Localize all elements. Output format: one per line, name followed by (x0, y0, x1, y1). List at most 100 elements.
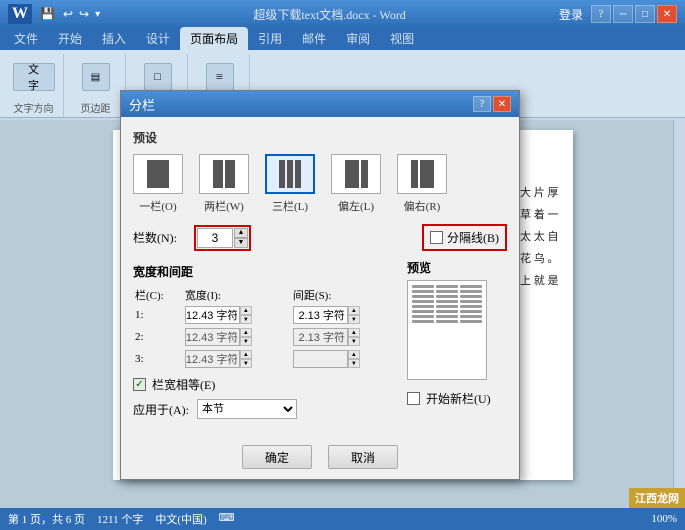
row2-width: ▲ ▼ (183, 326, 291, 348)
dialog-close-button[interactable]: ✕ (493, 96, 511, 112)
tab-view[interactable]: 视图 (380, 27, 424, 50)
row2-spacing-up[interactable]: ▲ (348, 328, 360, 337)
col-bar (225, 160, 235, 188)
row1-spacing-spinner: ▲ ▼ (348, 306, 360, 324)
tab-insert[interactable]: 插入 (92, 27, 136, 50)
dialog-help-button[interactable]: ? (473, 96, 491, 112)
separator-checkbox[interactable] (430, 231, 443, 244)
row1-width-spinner: ▲ ▼ (240, 306, 252, 324)
row2-spacing-spinner: ▲ ▼ (348, 328, 360, 346)
row1-width-up[interactable]: ▲ (240, 306, 252, 315)
help-button[interactable]: ? (591, 5, 611, 23)
tab-file[interactable]: 文件 (4, 27, 48, 50)
dialog-title-text: 分栏 (129, 95, 473, 114)
row3-width-up[interactable]: ▲ (240, 350, 252, 359)
new-col-row: 开始新栏(U) (407, 390, 507, 407)
preset-three[interactable]: 三栏(L) (265, 154, 315, 214)
preset-two-label: 两栏(W) (204, 198, 244, 214)
row1-spacing-down[interactable]: ▼ (348, 315, 360, 324)
text-direction-icon[interactable]: 文字 (13, 63, 55, 91)
window-title: 超级下载text文档.docx - Word (100, 6, 559, 23)
cancel-button[interactable]: 取消 (328, 445, 398, 469)
columns-input[interactable] (197, 228, 233, 248)
window-controls: ? ─ □ ✕ (591, 5, 677, 23)
apply-to-select[interactable]: 本节 整篇文档 插入点之后 (197, 399, 297, 419)
close-button[interactable]: ✕ (657, 5, 677, 23)
row1-spacing-up[interactable]: ▲ (348, 306, 360, 315)
row2-width-input[interactable] (185, 328, 240, 346)
tab-page-layout[interactable]: 页面布局 (180, 27, 248, 50)
preset-two-icon (199, 154, 249, 194)
col-icon-right (411, 160, 434, 188)
quick-undo[interactable]: ↩ (63, 7, 73, 22)
row2-spacing-input[interactable] (293, 328, 348, 346)
width-table: 栏(C): 宽度(I): 间距(S): 1: (133, 286, 399, 370)
row2-width-down[interactable]: ▼ (240, 337, 252, 346)
columns-up[interactable]: ▲ (234, 228, 248, 238)
login-link[interactable]: 登录 (559, 6, 583, 23)
col-bar (420, 160, 434, 188)
row2-spacing-down[interactable]: ▼ (348, 337, 360, 346)
scroll-bar-right[interactable] (673, 120, 685, 508)
width-row-2: 2: ▲ ▼ (133, 326, 399, 348)
title-bar-left: W 💾 ↩ ↪ ▾ (8, 4, 100, 24)
tab-design[interactable]: 设计 (136, 27, 180, 50)
row2-width-up[interactable]: ▲ (240, 328, 252, 337)
columns-spinner: ▲ ▼ (234, 228, 248, 248)
ribbon-group-margins: ▤ 页边距 (66, 54, 126, 117)
tab-mail[interactable]: 邮件 (292, 27, 336, 50)
columns-icon[interactable]: ≡ (206, 63, 234, 91)
margins-icon[interactable]: ▤ (82, 63, 110, 91)
left-settings: 宽度和间距 栏(C): 宽度(I): 间距(S): 1: (133, 259, 399, 425)
row3-spacing-input[interactable] (293, 350, 348, 368)
minimize-button[interactable]: ─ (613, 5, 633, 23)
preset-right-icon (397, 154, 447, 194)
preset-left[interactable]: 偏左(L) (331, 154, 381, 214)
tab-review[interactable]: 审阅 (336, 27, 380, 50)
preset-one[interactable]: 一栏(O) (133, 154, 183, 214)
row1-num: 1: (133, 304, 183, 326)
preset-icons-row: 一栏(O) 两栏(W) (133, 154, 507, 214)
preset-right[interactable]: 偏右(R) (397, 154, 447, 214)
preset-left-icon (331, 154, 381, 194)
row3-width-down[interactable]: ▼ (240, 359, 252, 368)
row3-width-input[interactable] (185, 350, 240, 368)
row2-num: 2: (133, 326, 183, 348)
row1-width-input[interactable] (185, 306, 240, 324)
quick-save[interactable]: 💾 (40, 7, 55, 22)
quick-redo[interactable]: ↪ (79, 7, 89, 22)
preset-three-label: 三栏(L) (272, 198, 308, 214)
tab-start[interactable]: 开始 (48, 27, 92, 50)
preset-one-icon (133, 154, 183, 194)
group-label-margins: 页边距 (81, 100, 111, 115)
preset-right-label: 偏右(R) (404, 198, 441, 214)
new-col-checkbox[interactable] (407, 392, 420, 405)
title-bar: W 💾 ↩ ↪ ▾ 超级下载text文档.docx - Word 登录 ? ─ … (0, 0, 685, 28)
row1-width-down[interactable]: ▼ (240, 315, 252, 324)
preset-one-label: 一栏(O) (139, 198, 176, 214)
preset-two[interactable]: 两栏(W) (199, 154, 249, 214)
columns-input-box: ▲ ▼ (194, 225, 251, 251)
width-section-label: 宽度和间距 (133, 263, 399, 280)
row3-num: 3: (133, 348, 183, 370)
row1-spacing-input[interactable] (293, 306, 348, 324)
status-words: 1211 个字 (97, 511, 143, 527)
equal-columns-checkbox[interactable]: ✓ (133, 378, 146, 391)
columns-down[interactable]: ▼ (234, 238, 248, 248)
columns-count-group: 栏数(N): ▲ ▼ (133, 225, 251, 251)
row3-width-spinner: ▲ ▼ (240, 350, 252, 368)
paper-icon[interactable]: □ (144, 63, 172, 91)
col-icon-three (279, 160, 301, 188)
new-col-label: 开始新栏(U) (426, 390, 491, 407)
row3-spacing-down[interactable]: ▼ (348, 359, 360, 368)
row3-spacing-up[interactable]: ▲ (348, 350, 360, 359)
preview-col-2 (436, 285, 458, 375)
tab-references[interactable]: 引用 (248, 27, 292, 50)
confirm-button[interactable]: 确定 (242, 445, 312, 469)
maximize-button[interactable]: □ (635, 5, 655, 23)
dialog-body: 预设 一栏(O) 两栏(W) (121, 117, 519, 437)
col-bar (411, 160, 418, 188)
col-bar (213, 160, 223, 188)
columns-dialog: 分栏 ? ✕ 预设 一栏(O) (120, 90, 520, 480)
row3-spacing: ▲ ▼ (291, 348, 399, 370)
